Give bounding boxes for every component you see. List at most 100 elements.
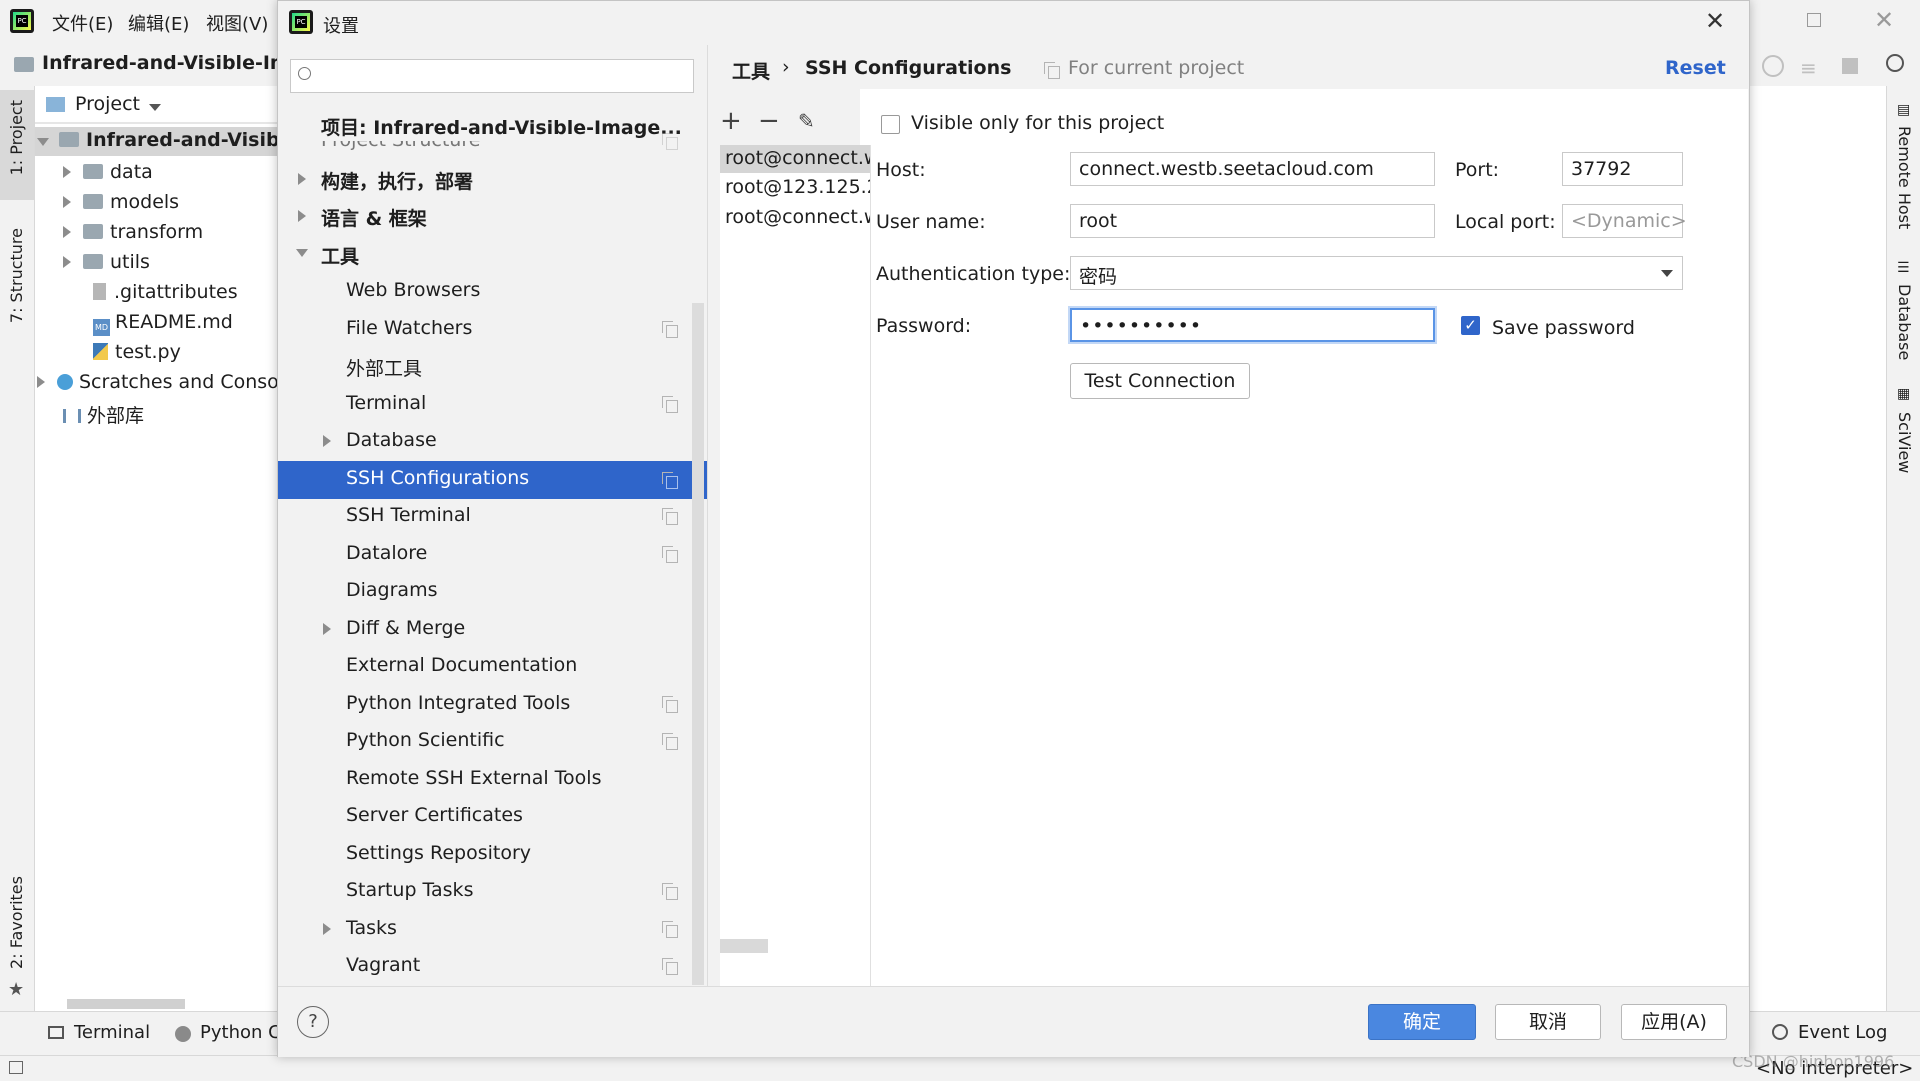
chevron-right-icon[interactable] bbox=[323, 623, 331, 635]
settings-item-database[interactable]: Database bbox=[346, 429, 437, 451]
settings-item-web-browsers[interactable]: Web Browsers bbox=[346, 279, 480, 301]
tree-root[interactable]: Infrared-and-Visible- bbox=[37, 129, 307, 151]
settings-item-python-scientific[interactable]: Python Scientific bbox=[346, 729, 505, 751]
settings-item-file-watchers[interactable]: File Watchers bbox=[346, 317, 472, 339]
reset-link[interactable]: Reset bbox=[1665, 57, 1726, 79]
window-restore-icon[interactable] bbox=[1807, 13, 1821, 27]
settings-item-datalore[interactable]: Datalore bbox=[346, 542, 427, 564]
ssh-config-list: root@connect.we root@123.125.24 root@con… bbox=[720, 145, 871, 1000]
test-connection-button[interactable]: Test Connection bbox=[1070, 363, 1250, 399]
list-scrollbar[interactable] bbox=[720, 939, 768, 953]
apply-button[interactable]: 应用(A) bbox=[1621, 1004, 1727, 1040]
remote-host-icon: ▤ bbox=[1897, 102, 1911, 118]
list-item[interactable]: root@connect.we bbox=[720, 145, 870, 173]
help-button[interactable]: ? bbox=[297, 1006, 329, 1038]
settings-item-external-tools[interactable]: 外部工具 bbox=[346, 354, 422, 381]
settings-item-vagrant[interactable]: Vagrant bbox=[346, 954, 420, 976]
visible-only-checkbox[interactable] bbox=[881, 115, 900, 134]
folder-icon bbox=[59, 132, 79, 147]
profile-icon[interactable]: ≡ bbox=[1800, 56, 1817, 80]
tree-file-readme[interactable]: MD README.md bbox=[93, 311, 233, 336]
settings-item-ssh-terminal[interactable]: SSH Terminal bbox=[346, 504, 471, 526]
chevron-right-icon[interactable] bbox=[323, 923, 331, 935]
tree-external-libs[interactable]: 外部库 bbox=[63, 401, 144, 428]
bottom-tab-terminal[interactable]: Terminal bbox=[74, 1022, 150, 1043]
settings-item-settings-repository[interactable]: Settings Repository bbox=[346, 842, 531, 864]
settings-item-python-integrated-tools[interactable]: Python Integrated Tools bbox=[346, 692, 570, 714]
project-view-dropdown[interactable]: Project bbox=[75, 93, 140, 115]
host-input[interactable]: connect.westb.seetacloud.com bbox=[1070, 152, 1435, 186]
tree-folder-utils[interactable]: utils bbox=[63, 251, 150, 273]
list-item[interactable]: root@123.125.24 bbox=[720, 173, 870, 203]
dialog-close-icon[interactable]: ✕ bbox=[1705, 7, 1725, 35]
breadcrumb-parent[interactable]: 工具 bbox=[732, 57, 770, 84]
project-name[interactable]: Infrared-and-Visible-Imag bbox=[42, 52, 316, 74]
copy-icon bbox=[662, 958, 678, 975]
stop-icon[interactable] bbox=[1842, 58, 1858, 74]
cancel-button[interactable]: 取消 bbox=[1495, 1004, 1601, 1040]
copy-icon bbox=[662, 883, 678, 900]
chevron-right-icon bbox=[63, 166, 71, 178]
tab-project[interactable]: 1: Project bbox=[7, 100, 26, 175]
settings-item-diff-merge[interactable]: Diff & Merge bbox=[346, 617, 465, 639]
copy-icon bbox=[662, 321, 678, 338]
settings-category-languages[interactable]: 语言 & 框架 bbox=[321, 204, 427, 231]
remove-icon[interactable]: − bbox=[758, 106, 780, 136]
tab-sciview[interactable]: SciView bbox=[1895, 412, 1914, 473]
python-console-icon bbox=[175, 1026, 191, 1042]
chevron-right-icon[interactable] bbox=[298, 210, 306, 222]
tree-folder-models[interactable]: models bbox=[63, 191, 179, 213]
toggle-tool-windows-icon[interactable] bbox=[9, 1061, 23, 1074]
chevron-right-icon[interactable] bbox=[323, 435, 331, 447]
local-port-input[interactable]: <Dynamic> bbox=[1562, 204, 1687, 238]
add-icon[interactable]: + bbox=[720, 106, 742, 136]
settings-item-terminal[interactable]: Terminal bbox=[346, 392, 426, 414]
settings-item-diagrams[interactable]: Diagrams bbox=[346, 579, 437, 601]
menu-file[interactable]: 文件(E) bbox=[52, 10, 113, 36]
username-input[interactable]: root bbox=[1070, 204, 1435, 238]
chevron-right-icon[interactable] bbox=[298, 173, 306, 185]
tab-structure[interactable]: 7: Structure bbox=[7, 228, 26, 323]
ok-button[interactable]: 确定 bbox=[1368, 1004, 1476, 1040]
search-icon[interactable] bbox=[1886, 54, 1904, 72]
settings-search-input[interactable] bbox=[290, 59, 694, 93]
settings-project-header[interactable]: 项目: Infrared-and-Visible-Image... bbox=[321, 113, 682, 140]
dialog-footer: ? 确定 取消 应用(A) bbox=[278, 986, 1749, 1057]
tree-folder-data[interactable]: data bbox=[63, 161, 153, 183]
project-view-icon bbox=[46, 97, 65, 112]
password-input[interactable]: •••••••••• bbox=[1070, 308, 1435, 342]
save-password-label: Save password bbox=[1492, 317, 1635, 339]
settings-item-remote-ssh-external-tools[interactable]: Remote SSH External Tools bbox=[346, 767, 601, 789]
window-close-icon[interactable]: ✕ bbox=[1874, 6, 1894, 34]
settings-tree-scrollbar[interactable] bbox=[692, 303, 704, 985]
tab-database[interactable]: Database bbox=[1895, 284, 1914, 360]
chevron-down-icon[interactable] bbox=[149, 104, 161, 111]
tree-file-gitattributes[interactable]: .gitattributes bbox=[93, 281, 238, 303]
settings-item-startup-tasks[interactable]: Startup Tasks bbox=[346, 879, 473, 901]
settings-item-external-documentation[interactable]: External Documentation bbox=[346, 654, 577, 676]
menu-view[interactable]: 视图(V) bbox=[206, 10, 268, 36]
settings-category-tools[interactable]: 工具 bbox=[321, 242, 359, 269]
tree-scratches[interactable]: Scratches and Consol bbox=[37, 371, 284, 393]
auth-type-select[interactable]: 密码 bbox=[1070, 256, 1683, 290]
settings-category-build[interactable]: 构建，执行，部署 bbox=[321, 167, 473, 194]
pycharm-logo-icon: PC bbox=[289, 10, 313, 34]
port-input[interactable]: 37792 bbox=[1562, 152, 1683, 186]
edit-icon[interactable]: ✎ bbox=[798, 109, 815, 133]
run-coverage-icon[interactable] bbox=[1762, 55, 1784, 77]
settings-item-ssh-configurations[interactable]: SSH Configurations bbox=[278, 461, 707, 499]
tab-remote-host[interactable]: Remote Host bbox=[1895, 126, 1914, 229]
copy-icon bbox=[662, 921, 678, 938]
tree-folder-transform[interactable]: transform bbox=[63, 221, 203, 243]
menu-edit[interactable]: 编辑(E) bbox=[128, 10, 189, 36]
settings-item-server-certificates[interactable]: Server Certificates bbox=[346, 804, 523, 826]
list-item[interactable]: root@connect.we bbox=[720, 203, 870, 233]
settings-item-tasks[interactable]: Tasks bbox=[346, 917, 397, 939]
event-log-button[interactable]: Event Log bbox=[1798, 1022, 1887, 1043]
tab-favorites[interactable]: 2: Favorites bbox=[7, 876, 26, 969]
tree-file-test-py[interactable]: test.py bbox=[93, 341, 181, 363]
save-password-checkbox[interactable]: ✓ bbox=[1461, 316, 1480, 335]
breadcrumb-current: SSH Configurations bbox=[805, 57, 1012, 79]
chevron-down-icon[interactable] bbox=[296, 249, 308, 257]
horizontal-scrollbar[interactable] bbox=[67, 999, 185, 1009]
